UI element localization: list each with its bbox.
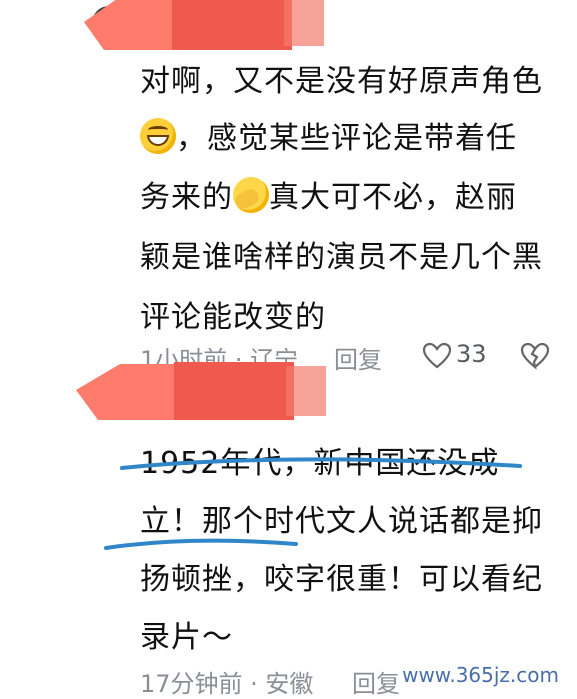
underline-annotation bbox=[104, 457, 522, 550]
timestamp-location: 17分钟前 · 安徽 bbox=[140, 670, 314, 698]
comment-line: 录片～ bbox=[140, 620, 233, 655]
comment-line: 颖是谁啥样的演员不是几个黑 bbox=[140, 240, 543, 275]
watermark: www.365jz.com bbox=[398, 663, 563, 687]
comment-line: 评论能改变的 bbox=[140, 300, 326, 335]
comment-2-meta: 17分钟前 · 安徽 bbox=[140, 664, 313, 699]
lipstick-sticker-top bbox=[84, 0, 324, 50]
dislike-icon[interactable] bbox=[520, 342, 550, 370]
comment-line: 务来的 bbox=[140, 180, 233, 215]
reply-button[interactable]: 回复 bbox=[352, 664, 400, 699]
heart-icon[interactable] bbox=[422, 342, 452, 370]
comment-line: ，感觉某些评论是带着任 bbox=[176, 121, 517, 156]
like-count: 33 bbox=[456, 340, 487, 368]
lipstick-sticker-middle bbox=[76, 362, 326, 420]
grin-sweat-emoji-icon bbox=[140, 118, 176, 154]
comment-line: 对啊，又不是没有好原声角色 bbox=[140, 64, 543, 99]
reply-button[interactable]: 回复 bbox=[334, 340, 382, 375]
facepalm-emoji-icon bbox=[233, 177, 269, 213]
comment-line: 真大可不必，赵丽 bbox=[269, 180, 517, 215]
